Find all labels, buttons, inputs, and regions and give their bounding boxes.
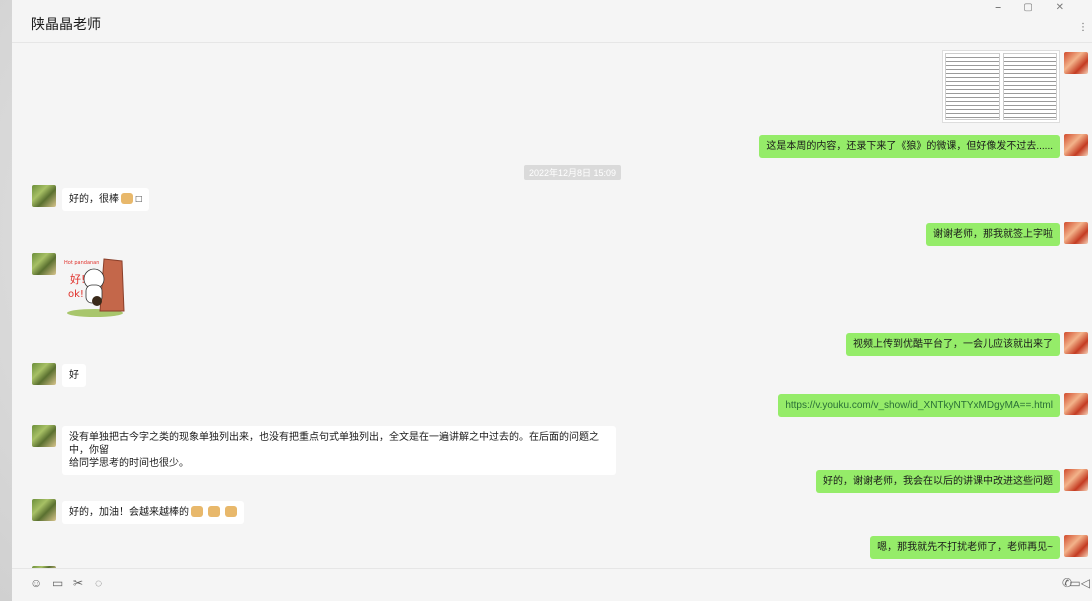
self-avatar[interactable] [1064,52,1088,74]
missing-glyph-icon: □ [135,194,142,205]
thumbs-up-icon [207,506,220,517]
thumbs-up-icon [121,193,133,204]
self-avatar[interactable] [1064,134,1088,156]
contact-avatar[interactable] [32,499,56,521]
message-bubble-right[interactable]: 好的，谢谢老师，我会在以后的讲课中改进这些问题 [816,470,1060,493]
self-avatar[interactable] [1064,469,1088,491]
chat-history-icon[interactable]: ◌ [95,576,102,590]
chat-header: 陕晶晶老师 ⎯ ▢ ✕ ⋮ [12,0,1092,43]
document-page[interactable] [1002,53,1057,120]
video-call-icon[interactable]: ▭◁ [1069,576,1090,590]
chat-window: 陕晶晶老师 ⎯ ▢ ✕ ⋮ 这是本周的内容，还录下来了《狼》的微课，但好像发不过… [12,0,1092,601]
contact-avatar[interactable] [32,185,56,207]
message-bubble-right[interactable]: 这是本周的内容，还录下来了《狼》的微课，但好像发不过去...... [759,135,1060,158]
emoji-icon[interactable]: ☺ [30,576,42,590]
window-controls[interactable]: ⎯ ▢ ✕ [996,2,1074,13]
self-avatar[interactable] [1064,393,1088,415]
sticker-text: ok! [68,289,84,300]
thumbs-up-icon [224,506,237,517]
sticker-image[interactable]: 好! ok! Hot pandanan [60,255,130,317]
sticker-caption: Hot pandanan [64,260,99,266]
message-bubble-left[interactable]: 好 [62,364,86,387]
self-avatar[interactable] [1064,332,1088,354]
message-bubble-right[interactable]: 谢谢老师，那我就签上字啦 [926,223,1060,246]
document-page[interactable] [945,53,1000,120]
contact-avatar[interactable] [32,253,56,275]
message-bubble-right[interactable]: 视频上传到优酷平台了，一会儿应该就出来了 [846,333,1060,356]
message-list[interactable]: 这是本周的内容，还录下来了《狼》的微课，但好像发不过去...... 2022年1… [12,42,1092,569]
scissors-icon[interactable]: ✂ [73,576,83,590]
message-link[interactable]: https://v.youku.com/v_show/id_XNTkyNTYxM… [778,394,1060,417]
message-text: 给同学思考的时间也很少。 [69,458,189,469]
timestamp: 2022年12月8日 15:09 [524,165,622,180]
document-images[interactable] [942,50,1060,123]
input-toolbar: ☺ ▭ ✂ ◌ ✆ ▭◁ [12,568,1092,601]
message-bubble-right[interactable]: 嗯，那我就先不打扰老师了，老师再见~ [870,536,1060,559]
message-bubble-left[interactable]: 没有单独把古今字之类的现象单独列出来，也没有把重点句式单独列出，全文是在一遍讲解… [62,426,616,475]
message-text: 好的，很棒 [69,194,119,205]
more-icon[interactable]: ⋮ [1078,22,1088,33]
contact-avatar[interactable] [32,425,56,447]
contact-avatar[interactable] [32,363,56,385]
self-avatar[interactable] [1064,535,1088,557]
chat-title: 陕晶晶老师 [31,16,101,32]
message-text: 好的，加油！会越来越棒的 [69,507,189,518]
message-text: 没有单独把古今字之类的现象单独列出来，也没有把重点句式单独列出，全文是在一遍讲解… [69,432,599,456]
sticker-text: 好! [70,272,85,286]
thumbs-up-icon [191,506,203,517]
message-bubble-left[interactable]: 好的，加油！会越来越棒的 [62,501,244,524]
self-avatar[interactable] [1064,222,1088,244]
message-bubble-left[interactable]: 好的，很棒 □ [62,188,149,211]
folder-icon[interactable]: ▭ [52,576,63,590]
